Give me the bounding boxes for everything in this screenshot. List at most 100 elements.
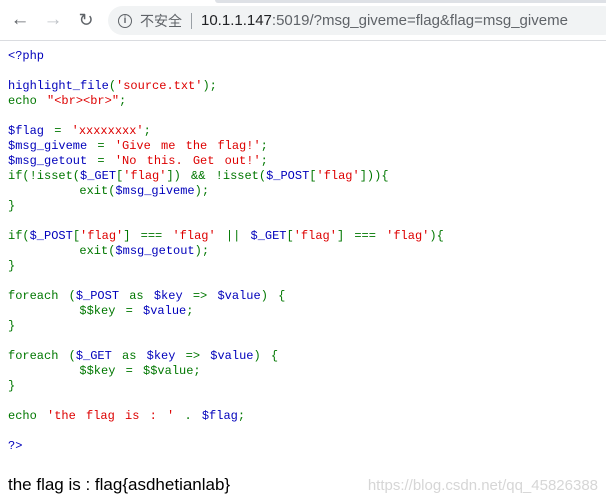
- code-token: echo: [8, 409, 48, 423]
- code-token: );: [202, 79, 217, 93]
- code-token: }: [8, 199, 16, 213]
- code-token: 'flag': [172, 229, 226, 243]
- code-token: 'source.txt': [116, 79, 203, 93]
- code-line: <?php: [8, 49, 444, 64]
- code-token: =>: [192, 289, 218, 303]
- code-token: foreach (: [8, 349, 76, 363]
- code-line: foreach ($_POST as $key => $value) {: [8, 289, 444, 304]
- code-token: =: [97, 154, 115, 168]
- code-line: exit($msg_giveme);: [8, 184, 444, 199]
- code-line: $$key = $value;: [8, 304, 444, 319]
- flag-output: the flag is : flag{asdhetianlab}: [8, 475, 231, 494]
- code-line: $msg_getout = 'No this. Get out!';: [8, 154, 444, 169]
- code-token: ?>: [8, 439, 23, 453]
- code-token: $_GET: [250, 229, 287, 243]
- code-token: =>: [185, 349, 211, 363]
- address-bar[interactable]: i 不安全 10.1.1.147:5019/?msg_giveme=flag&f…: [108, 6, 606, 35]
- back-arrow-icon[interactable]: ←: [9, 9, 31, 31]
- code-token: $key: [146, 349, 186, 363]
- info-icon[interactable]: i: [118, 13, 132, 28]
- code-token: }: [8, 319, 16, 333]
- url-path: :5019/?msg_giveme=flag&flag=msg_giveme: [271, 12, 568, 29]
- code-token: foreach (: [8, 289, 76, 303]
- code-token: =: [125, 304, 144, 318]
- code-token: $msg_giveme: [8, 139, 98, 153]
- code-token: ;: [260, 139, 268, 153]
- code-token: }: [8, 379, 16, 393]
- code-token: ;: [186, 304, 194, 318]
- code-token: [: [309, 169, 317, 183]
- code-token: ) {: [253, 349, 279, 363]
- code-token: );: [194, 244, 210, 258]
- browser-toolbar: ← → ↻ i 不安全 10.1.1.147:5019/?msg_giveme=…: [0, 0, 606, 41]
- code-token: $_GET: [80, 169, 117, 183]
- code-token: ;: [143, 124, 151, 138]
- code-token: ])){: [359, 169, 389, 183]
- code-token: as: [122, 349, 147, 363]
- code-token: if(: [8, 229, 30, 243]
- code-token: $msg_getout: [8, 154, 98, 168]
- code-token: 'flag': [80, 229, 124, 243]
- code-token: ;: [119, 94, 127, 108]
- code-token: $value: [217, 289, 261, 303]
- security-label[interactable]: 不安全: [140, 11, 182, 31]
- code-token: $_GET: [75, 349, 123, 363]
- code-token: $msg_giveme: [115, 184, 195, 198]
- code-line: foreach ($_GET as $key => $value) {: [8, 349, 444, 364]
- code-token: ) {: [260, 289, 286, 303]
- tab-strip: [215, 0, 606, 3]
- code-token: if(!isset(: [8, 169, 81, 183]
- url-text[interactable]: 10.1.1.147:5019/?msg_giveme=flag&flag=ms…: [201, 12, 568, 29]
- code-token: $flag: [8, 124, 55, 138]
- code-token: exit(: [8, 184, 116, 198]
- code-token: $value: [143, 304, 187, 318]
- code-line: if(!isset($_GET['flag']) && !isset($_POS…: [8, 169, 444, 184]
- code-line: }: [8, 379, 444, 394]
- code-token: 'xxxxxxxx': [71, 124, 144, 138]
- code-token: (: [108, 79, 117, 93]
- code-token: "<br><br>": [47, 94, 120, 108]
- code-token: }: [8, 259, 16, 273]
- code-line: echo 'the flag is : ' . $flag;: [8, 409, 444, 424]
- code-line: }: [8, 259, 444, 274]
- forward-arrow-icon[interactable]: →: [42, 9, 64, 31]
- code-token: .: [184, 409, 202, 423]
- code-token: ;: [237, 409, 246, 423]
- code-token: 'flag': [316, 169, 360, 183]
- code-token: 'flag': [123, 169, 167, 183]
- url-host: 10.1.1.147: [201, 12, 272, 29]
- code-token: as: [129, 289, 154, 303]
- code-token: ]) && !isset(: [166, 169, 267, 183]
- code-token: 'flag': [386, 229, 430, 243]
- code-token: highlight_file: [8, 79, 109, 93]
- code-token: $_POST: [29, 229, 73, 243]
- code-token: $$key = $$value;: [8, 364, 201, 378]
- code-token: 'flag': [293, 229, 337, 243]
- code-line: if($_POST['flag'] === 'flag' || $_GET['f…: [8, 229, 444, 244]
- code-line: exit($msg_getout);: [8, 244, 444, 259]
- code-token: <?php: [8, 49, 45, 63]
- code-token: $key: [153, 289, 193, 303]
- code-token: 'Give me the flag!': [114, 139, 261, 153]
- code-token: );: [194, 184, 210, 198]
- code-token: exit(: [8, 244, 116, 258]
- code-token: $$key: [8, 304, 126, 318]
- code-token: =: [97, 139, 115, 153]
- code-token: =: [54, 124, 72, 138]
- code-line: echo "<br><br>";: [8, 94, 444, 109]
- code-line: highlight_file('source.txt');: [8, 79, 444, 94]
- code-line: }: [8, 319, 444, 334]
- code-line: ?>: [8, 439, 444, 454]
- code-token: ){: [429, 229, 444, 243]
- reload-icon[interactable]: ↻: [75, 9, 97, 31]
- code-token: $flag: [201, 409, 238, 423]
- code-token: ;: [260, 154, 268, 168]
- code-token: 'the flag is : ': [47, 409, 185, 423]
- code-token: ||: [225, 229, 251, 243]
